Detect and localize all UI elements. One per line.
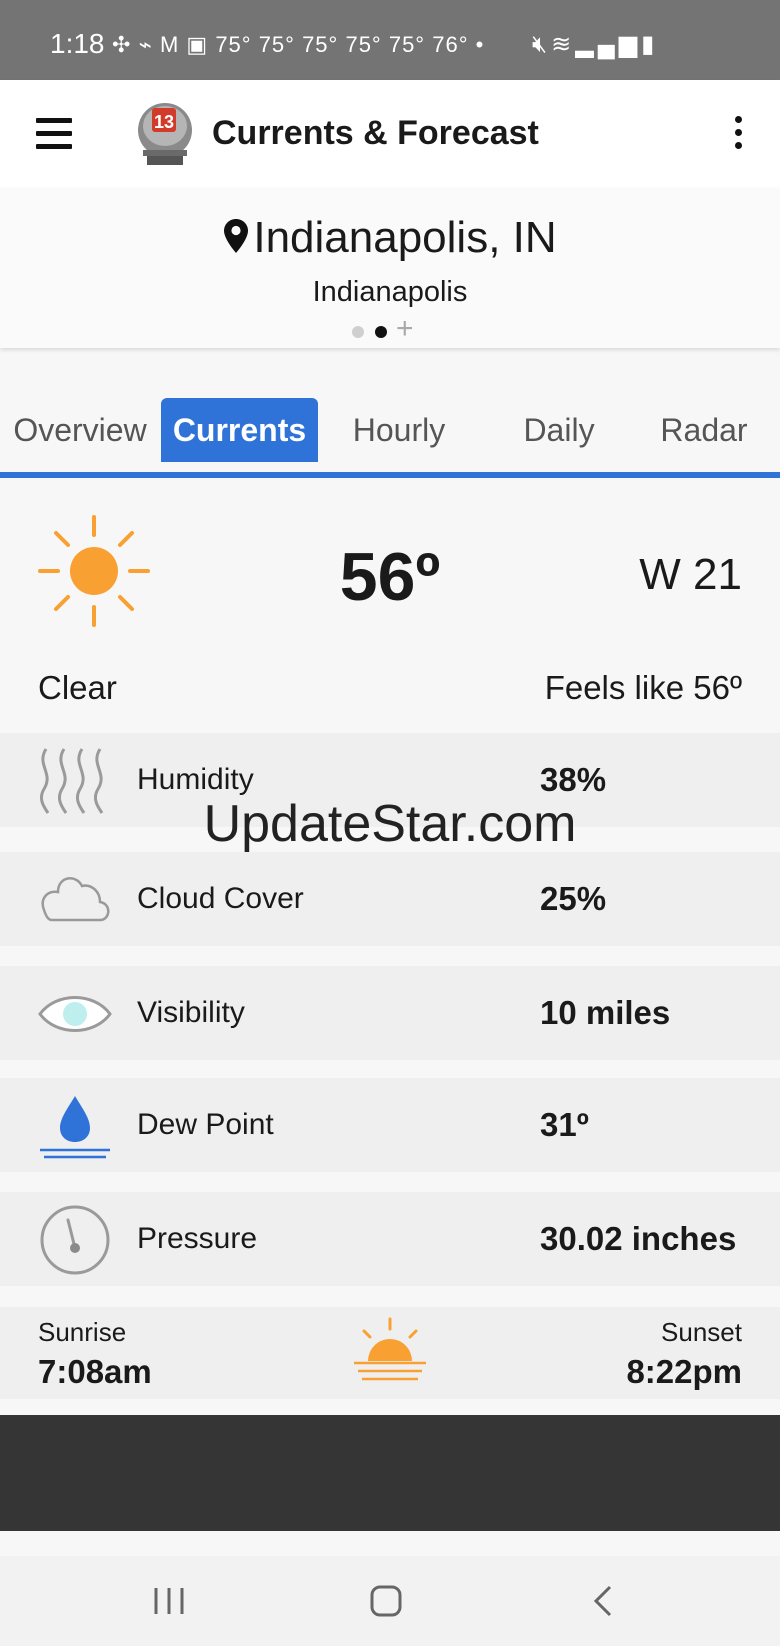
- hamburger-menu-icon[interactable]: [36, 118, 72, 150]
- gauge-icon: [38, 1204, 112, 1276]
- condition-text: Clear: [38, 669, 117, 706]
- detail-row-cloud-cover: Cloud Cover 25%: [0, 852, 780, 946]
- app-title: Currents & Forecast: [212, 114, 539, 152]
- tab-currents[interactable]: Currents: [161, 398, 318, 462]
- notification-temps: 75° 75° 75° 75° 75° 76°: [215, 32, 469, 57]
- detail-row-visibility: Visibility 10 miles: [0, 966, 780, 1060]
- slack-icon: ✣: [112, 32, 132, 57]
- pressure-value: 30.02 inches: [540, 1220, 737, 1257]
- location-name: Indianapolis, IN: [253, 213, 557, 262]
- tab-hourly[interactable]: Hourly: [318, 398, 480, 462]
- battery-icon: ▮: [641, 31, 659, 58]
- gmail-icon: M: [159, 32, 180, 57]
- status-notifications: ✣ ⌁ M ▣ 75° 75° 75° 75° 75° 76° •: [112, 32, 484, 58]
- more-notifications-icon: •: [475, 32, 485, 57]
- mute-icon: 🔇︎: [532, 31, 552, 58]
- dew-point-value: 31º: [540, 1106, 589, 1143]
- humidity-label: Humidity: [137, 763, 254, 796]
- more-options-icon[interactable]: [728, 116, 748, 156]
- page-dot[interactable]: [352, 326, 364, 338]
- cloud-cover-value: 25%: [540, 880, 607, 917]
- location-card[interactable]: Indianapolis, IN Indianapolis +: [0, 188, 780, 348]
- feels-like: Feels like 56º: [544, 669, 742, 706]
- location-title: Indianapolis, IN: [0, 213, 780, 263]
- add-location-icon[interactable]: +: [396, 312, 414, 346]
- tab-radar[interactable]: Radar: [638, 398, 770, 462]
- sunrise-sunset-icon: [350, 1317, 430, 1393]
- sunrise-label: Sunrise: [38, 1317, 127, 1347]
- recent-apps-icon[interactable]: [144, 1578, 194, 1624]
- ad-banner[interactable]: [0, 1415, 780, 1531]
- satellite-icon: ⌁: [138, 32, 153, 57]
- location-page-indicator[interactable]: +: [352, 312, 432, 345]
- cloud-icon: [38, 864, 112, 936]
- current-temperature: 56º: [339, 539, 441, 615]
- page-dot-active[interactable]: [375, 326, 387, 338]
- sun-icon: [38, 515, 150, 627]
- sun-times-row: Sunrise 7:08am Sunset 8:22pm: [0, 1307, 780, 1399]
- visibility-value: 10 miles: [540, 994, 671, 1031]
- detail-row-dew-point: Dew Point 31º: [0, 1078, 780, 1172]
- tab-bar: Overview Currents Hourly Daily Radar: [0, 398, 780, 478]
- sunset-time: 8:22pm: [626, 1353, 742, 1390]
- detail-row-pressure: Pressure 30.02 inches: [0, 1192, 780, 1286]
- wifi-icon: ≋: [551, 31, 576, 58]
- app-bar: 13 Currents & Forecast: [0, 80, 780, 188]
- dew-drop-icon: [38, 1090, 112, 1162]
- signal-icon: ▂▄▆: [575, 31, 642, 58]
- wind-speed: W 21: [639, 550, 742, 599]
- watermark-text: UpdateStar.com: [203, 795, 577, 853]
- pressure-label: Pressure: [137, 1222, 258, 1255]
- sunrise-time: 7:08am: [38, 1353, 152, 1390]
- status-time: 1:18: [50, 28, 105, 59]
- dew-point-label: Dew Point: [137, 1108, 274, 1141]
- gallery-icon: ▣: [186, 32, 209, 57]
- cloud-cover-label: Cloud Cover: [137, 882, 304, 915]
- logo-number: 13: [154, 112, 174, 132]
- visibility-label: Visibility: [137, 996, 245, 1029]
- location-subtitle: Indianapolis: [312, 276, 468, 308]
- eye-icon: [38, 978, 112, 1050]
- app-logo: 13: [135, 100, 195, 166]
- tab-daily[interactable]: Daily: [480, 398, 638, 462]
- status-system-icons: 🔇︎≋▂▄▆▮: [532, 30, 658, 59]
- status-bar: 1:18 ✣ ⌁ M ▣ 75° 75° 75° 75° 75° 76° • 🔇…: [0, 0, 780, 80]
- system-navigation-bar: [0, 1556, 780, 1646]
- back-icon[interactable]: [580, 1578, 630, 1624]
- tab-overview[interactable]: Overview: [0, 398, 160, 462]
- home-icon[interactable]: [361, 1578, 411, 1624]
- location-pin-icon: [224, 219, 249, 253]
- sunset-label: Sunset: [661, 1317, 742, 1347]
